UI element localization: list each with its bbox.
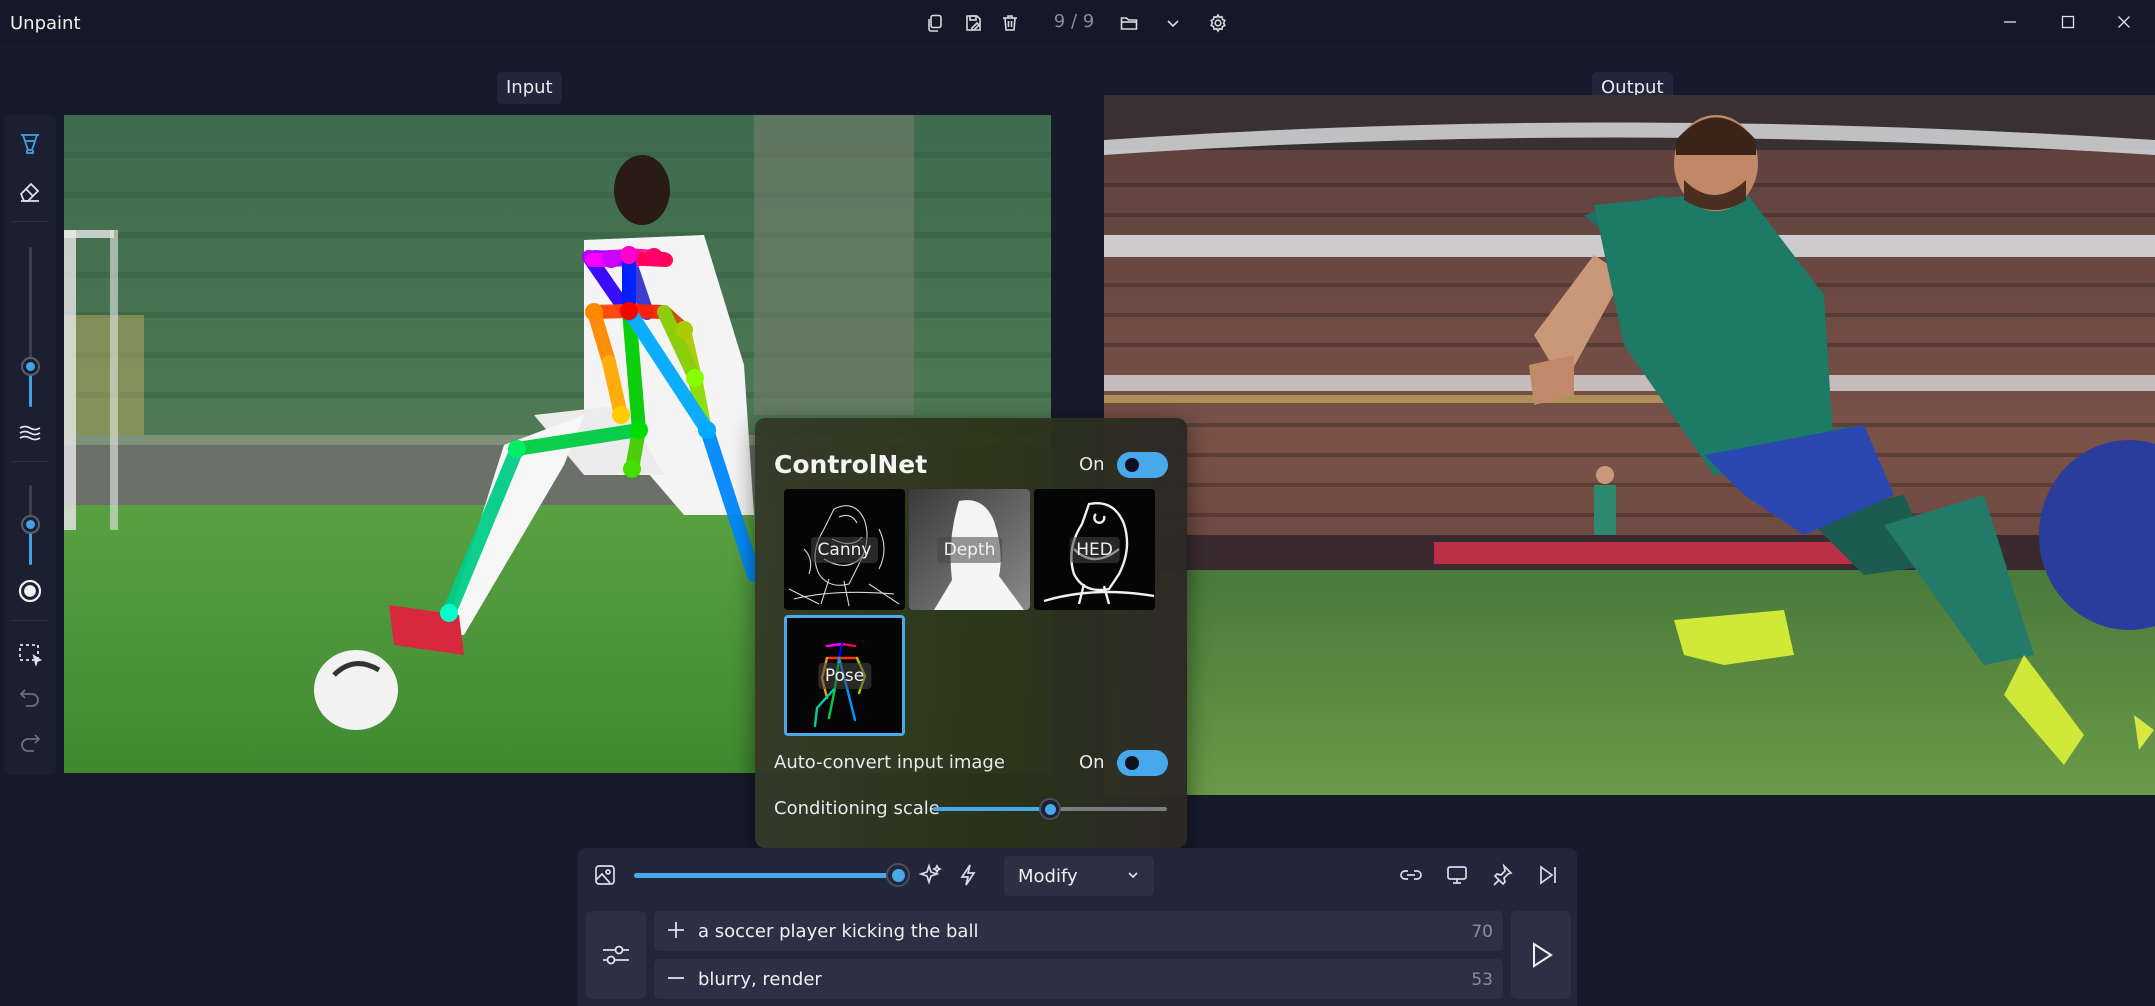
- tool-sidebar: [4, 115, 56, 775]
- sparkle-icon[interactable]: [914, 858, 948, 892]
- sliders-icon: [603, 945, 629, 965]
- brush-softness-icon[interactable]: [12, 415, 48, 451]
- advanced-settings-button[interactable]: [586, 911, 646, 999]
- controlnet-mode-label: Canny: [810, 536, 879, 563]
- gear-icon[interactable]: [1202, 8, 1234, 38]
- chevron-down-icon[interactable]: [1157, 8, 1189, 38]
- selection-icon[interactable]: [12, 635, 48, 671]
- brush-size-thumb[interactable]: [21, 357, 40, 376]
- bottom-bar: Modify a soccer player kicking the ball …: [578, 848, 1577, 1006]
- close-button[interactable]: [2099, 6, 2149, 38]
- plus-icon: [668, 922, 684, 938]
- output-image-canvas[interactable]: [1104, 95, 2155, 795]
- strength-thumb[interactable]: [886, 863, 910, 887]
- brush-opacity-slider[interactable]: [21, 485, 40, 565]
- title-bar: Unpaint 9 / 9: [0, 0, 2155, 46]
- image-counter: 9 / 9: [1053, 11, 1095, 32]
- toolbar-divider: [12, 221, 48, 222]
- controlnet-mode-depth[interactable]: Depth: [909, 489, 1030, 610]
- controlnet-toggle-label: On: [1079, 454, 1105, 475]
- controlnet-panel: ControlNet On Canny Depth HED Pose Auto-…: [755, 418, 1187, 848]
- input-label: Input: [497, 72, 562, 104]
- redo-icon[interactable]: [12, 725, 48, 761]
- minimize-button[interactable]: [1985, 6, 2035, 38]
- save-icon[interactable]: [957, 8, 989, 38]
- maximize-button[interactable]: [2043, 6, 2093, 38]
- screen-icon[interactable]: [1440, 858, 1474, 892]
- positive-prompt-text: a soccer player kicking the ball: [698, 921, 979, 942]
- negative-prompt-text: blurry, render: [698, 969, 822, 990]
- controlnet-mode-hed[interactable]: HED: [1034, 489, 1155, 610]
- controlnet-mode-label: Depth: [936, 536, 1003, 563]
- generate-button[interactable]: [1511, 911, 1571, 999]
- conditioning-scale-slider[interactable]: [933, 798, 1167, 820]
- undo-icon[interactable]: [12, 680, 48, 716]
- conditioning-scale-label: Conditioning scale: [774, 798, 940, 819]
- link-icon[interactable]: [1394, 858, 1428, 892]
- lightning-icon[interactable]: [951, 858, 985, 892]
- conditioning-scale-thumb[interactable]: [1039, 798, 1061, 820]
- output-image: [1104, 95, 2155, 795]
- app-title: Unpaint: [10, 13, 81, 34]
- toolbar-divider: [12, 620, 48, 621]
- controlnet-title: ControlNet: [774, 450, 928, 479]
- controlnet-mode-canny[interactable]: Canny: [784, 489, 905, 610]
- chevron-down-icon: [1128, 872, 1138, 879]
- image-icon[interactable]: [588, 858, 622, 892]
- minus-icon: [668, 977, 684, 979]
- eraser-tool-icon[interactable]: [12, 173, 48, 209]
- play-icon: [1533, 942, 1553, 968]
- folder-icon[interactable]: [1113, 8, 1145, 38]
- skip-forward-icon[interactable]: [1531, 858, 1565, 892]
- controlnet-toggle[interactable]: [1117, 452, 1168, 478]
- controlnet-mode-label: Pose: [817, 662, 872, 689]
- controlnet-mode-label: HED: [1069, 536, 1120, 563]
- delete-icon[interactable]: [994, 8, 1026, 38]
- brush-shape-icon[interactable]: [12, 573, 48, 609]
- auto-convert-toggle-label: On: [1079, 752, 1105, 773]
- pin-icon[interactable]: [1485, 858, 1519, 892]
- brush-tool-icon[interactable]: [12, 125, 48, 161]
- mode-select[interactable]: Modify: [1004, 856, 1154, 896]
- mode-value: Modify: [1018, 866, 1078, 887]
- strength-slider[interactable]: [634, 863, 910, 887]
- copy-icon[interactable]: [919, 8, 951, 38]
- toolbar-divider: [12, 461, 48, 462]
- brush-size-slider[interactable]: [21, 247, 40, 407]
- auto-convert-label: Auto-convert input image: [774, 752, 1005, 773]
- auto-convert-toggle[interactable]: [1117, 750, 1168, 776]
- brush-opacity-thumb[interactable]: [21, 515, 40, 534]
- positive-prompt-token-count: 70: [1471, 922, 1493, 942]
- positive-prompt-field[interactable]: a soccer player kicking the ball 70: [654, 911, 1503, 951]
- controlnet-mode-pose[interactable]: Pose: [784, 615, 905, 736]
- negative-prompt-field[interactable]: blurry, render 53: [654, 959, 1503, 999]
- negative-prompt-token-count: 53: [1471, 970, 1493, 990]
